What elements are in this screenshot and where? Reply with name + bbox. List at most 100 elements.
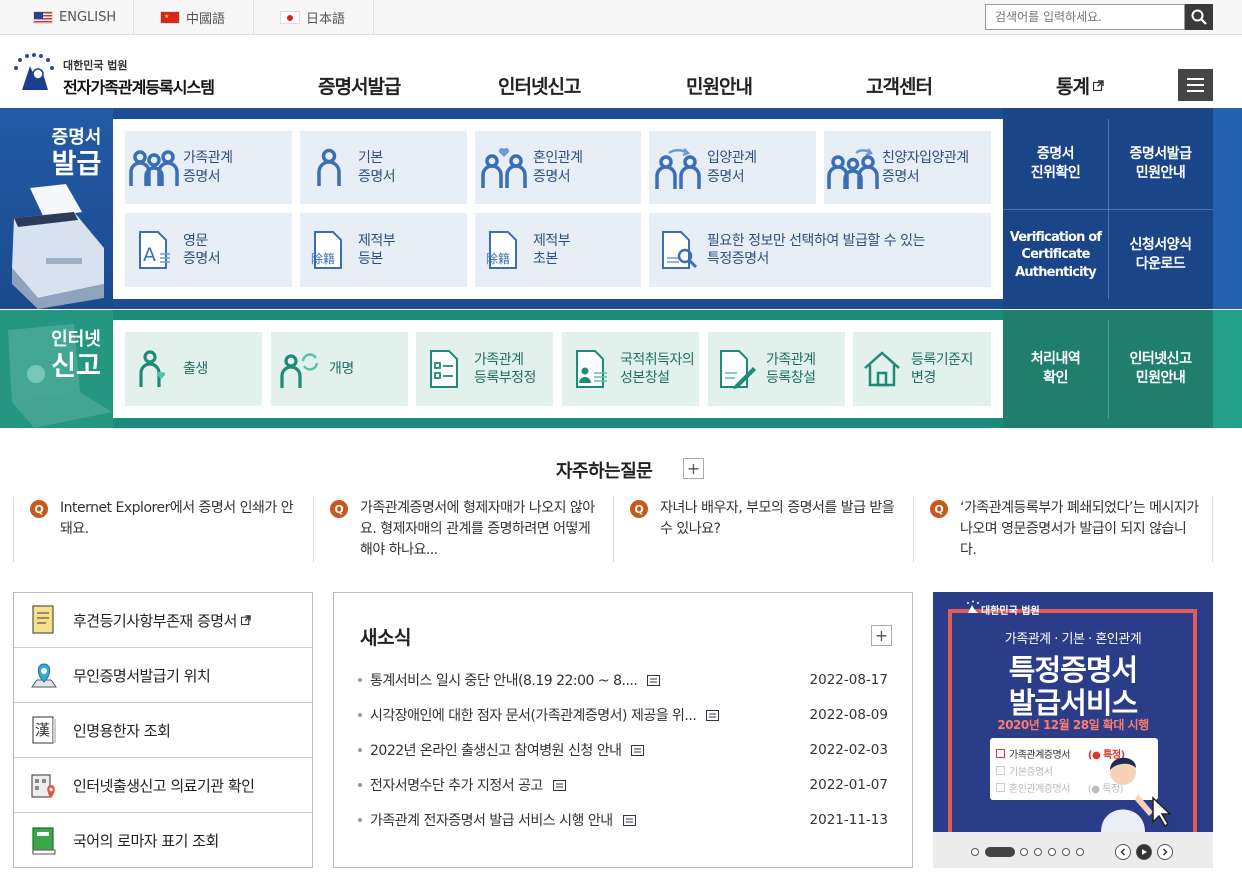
news-title: 새소식 — [360, 627, 411, 649]
slide-dot[interactable] — [1034, 848, 1042, 856]
document-pen-icon — [708, 349, 766, 389]
faq-more-button[interactable]: + — [683, 458, 704, 479]
link-label: 민원안내 — [1135, 165, 1186, 181]
tile-register-creation[interactable]: 가족관계 등록창설 — [708, 332, 845, 406]
slide-next-button[interactable] — [1157, 844, 1173, 860]
tile-label: 친양자입양관계 — [882, 150, 969, 167]
document-list-icon — [631, 744, 645, 756]
tile-adoption-cert[interactable]: 입양관계 증명서 — [649, 131, 816, 204]
slide-prev-button[interactable] — [1115, 844, 1131, 860]
nav-certificate[interactable]: 증명서발급 — [318, 72, 401, 99]
tile-marriage-cert[interactable]: 혼인관계 증명서 — [475, 131, 641, 204]
quick-link-romanization[interactable]: 국어의 로마자 표기 조회 — [14, 813, 312, 868]
tile-label: 특정증명서 — [707, 251, 769, 267]
language-chinese[interactable]: ★ 中國語 — [134, 0, 254, 35]
faq-question: ‘가족관계등록부가 폐쇄되었다’는 메시지가 나오며 영문증명서가 발급이 되지… — [960, 500, 1199, 558]
banner-slider-controls — [933, 832, 1213, 868]
news-more-button[interactable]: + — [871, 625, 892, 646]
tile-english-cert[interactable]: A 영문 증명서 — [125, 213, 292, 287]
certificate-band-edge — [1213, 108, 1242, 309]
all-menu-button[interactable] — [1178, 69, 1213, 101]
tile-label: 등록부정정 — [474, 370, 536, 386]
quick-link-hospital-check[interactable]: 인터넷출생신고 의료기관 확인 — [14, 758, 312, 813]
green-book-icon — [14, 826, 73, 856]
tile-naturalized-surname[interactable]: 국적취득자의 성본창설 — [562, 332, 699, 406]
nav-internet-report[interactable]: 인터넷신고 — [498, 72, 581, 99]
link-label: Certificate — [1021, 247, 1090, 263]
link-label: Verification of — [1009, 229, 1102, 245]
slide-dot[interactable] — [1048, 848, 1056, 856]
tile-family-relation-cert[interactable]: 가족관계 증명서 — [125, 131, 292, 204]
tile-name-change[interactable]: 개명 — [271, 332, 408, 406]
language-japanese[interactable]: 日本語 — [254, 0, 374, 35]
slide-dot[interactable] — [1062, 848, 1070, 856]
quick-link-name-hanja[interactable]: 漢 인명용한자 조회 — [14, 703, 312, 758]
news-item-date: 2022-01-07 — [809, 777, 888, 793]
slide-dot[interactable] — [971, 848, 979, 856]
hospital-icon — [14, 770, 73, 800]
faq-item[interactable]: Q 가족관계증명서에 형제자매가 나오지 않아요. 형제자매의 관계를 증명하려… — [313, 496, 613, 562]
faq-item[interactable]: Q 자녀나 배우자, 부모의 증명서를 발급 받을 수 있나요? — [613, 496, 913, 562]
tile-label: 등록기준지 — [911, 351, 973, 368]
tile-label: 등록창설 — [766, 370, 816, 386]
news-item[interactable]: 2022년 온라인 출생신고 참여병원 신청 안내 2022-02-03 — [358, 739, 888, 761]
slide-play-button[interactable] — [1136, 844, 1152, 860]
family-people-icon — [125, 148, 183, 188]
bullet — [358, 678, 362, 682]
nav-customer-center[interactable]: 고객센터 — [866, 72, 933, 99]
tile-label: 증명서 — [358, 168, 396, 185]
nav-civil-guide[interactable]: 민원안내 — [686, 72, 753, 99]
hamburger-icon — [1187, 78, 1204, 80]
quick-link-kiosk-location[interactable]: 무인증명서발급기 위치 — [14, 648, 312, 703]
certificate-section-side: 증명서 발급 — [0, 108, 113, 309]
house-icon — [853, 349, 911, 389]
link-label: 인터넷신고 — [1129, 351, 1192, 368]
news-item-title: 통계서비스 일시 중단 안내(8.19 22:00 ~ 8.... — [370, 673, 638, 689]
link-verification-english[interactable]: Verification of Certificate Authenticity — [1003, 210, 1108, 300]
tile-specific-cert[interactable]: 필요한 정보만 선택하여 발급할 수 있는 특정증명서 — [649, 213, 991, 287]
banner-checklist-label: 혼인관계증명서 — [1009, 784, 1070, 795]
link-cert-verification[interactable]: 증명서 진위확인 — [1003, 119, 1108, 209]
nav-label: 인터넷신고 — [498, 76, 581, 98]
quick-link-guardianship-cert[interactable]: 후견등기사항부존재 증명서 — [14, 593, 312, 648]
link-label: 민원안내 — [1135, 370, 1186, 386]
slide-dot[interactable] — [1020, 848, 1028, 856]
site-logo[interactable]: 대한민국 법원 전자가족관계등록시스템 — [12, 52, 252, 98]
search-button[interactable] — [1185, 4, 1213, 30]
faq-item[interactable]: Q ‘가족관계등록부가 폐쇄되었다’는 메시지가 나오며 영문증명서가 발급이 … — [913, 496, 1213, 562]
hamburger-line — [1187, 90, 1204, 92]
link-internet-report-guide[interactable]: 인터넷신고민원안내 — [1108, 320, 1213, 418]
tile-basic-cert[interactable]: 기본 증명서 — [300, 131, 467, 204]
news-item[interactable]: 가족관계 전자증명서 발급 서비스 시행 안내 2021-11-13 — [358, 809, 888, 831]
hanja-book-icon: 漢 — [14, 715, 73, 745]
checkbox-checked-icon — [996, 749, 1005, 758]
slide-dot[interactable] — [1076, 848, 1084, 856]
search-input[interactable] — [985, 4, 1185, 30]
slide-dot-active[interactable] — [985, 847, 1015, 857]
tile-register-correction[interactable]: 가족관계 등록부정정 — [416, 332, 553, 406]
tile-base-address-change[interactable]: 등록기준지 변경 — [853, 332, 991, 406]
news-item[interactable]: 시각장애인에 대한 점자 문서(가족관계증명서) 제공을 위... 2022-0… — [358, 704, 888, 726]
link-form-download[interactable]: 신청서양식 다운로드 — [1108, 210, 1213, 300]
tile-removed-register-abstract[interactable]: 除籍 제적부 초본 — [475, 213, 641, 287]
search-icon — [1191, 9, 1207, 25]
nav-statistics[interactable]: 통계 — [1056, 72, 1104, 99]
link-processing-history[interactable]: 처리내역 확인 — [1003, 320, 1108, 418]
faq-item[interactable]: Q Internet Explorer에서 증명서 인쇄가 안돼요. — [13, 496, 313, 562]
logo-subtitle: 대한민국 법원 — [63, 59, 128, 72]
banner-checklist-row: 기본증명서 — [996, 763, 1053, 778]
tile-removed-register-copy[interactable]: 除籍 제적부 등본 — [300, 213, 467, 287]
link-cert-civil-guide[interactable]: 증명서발급 민원안내 — [1108, 119, 1213, 209]
chevron-right-icon — [1162, 848, 1168, 856]
question-badge-icon: Q — [930, 500, 948, 518]
tile-full-adoption-cert[interactable]: 친양자입양관계 증명서 — [824, 131, 991, 204]
link-label: 확인 — [1043, 370, 1068, 386]
link-label: 다운로드 — [1135, 256, 1186, 272]
news-item[interactable]: 통계서비스 일시 중단 안내(8.19 22:00 ~ 8.... 2022-0… — [358, 669, 888, 691]
promo-banner[interactable]: 대한민국 법원 가족관계 · 기본 · 혼인관계 특정증명서 발급서비스 202… — [933, 592, 1213, 868]
language-english[interactable]: ENGLISH — [0, 0, 134, 35]
person-icon — [300, 148, 358, 188]
news-item[interactable]: 전자서명수단 추가 지정서 공고 2022-01-07 — [358, 774, 888, 796]
tile-birth-report[interactable]: 출생 — [125, 332, 262, 406]
tile-label: 증명서 — [533, 168, 571, 185]
